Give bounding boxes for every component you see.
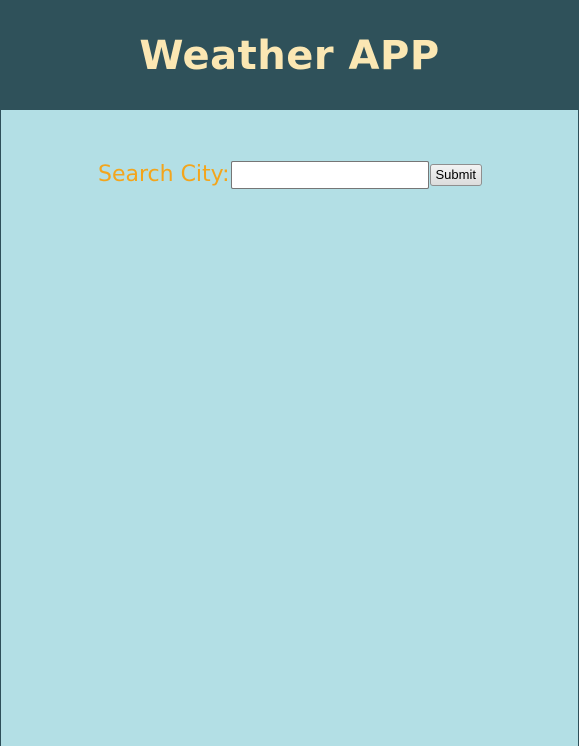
search-form: Search City: Submit bbox=[98, 161, 482, 189]
submit-button[interactable]: Submit bbox=[429, 164, 482, 186]
app-frame bbox=[0, 0, 579, 746]
app-header: Weather APP bbox=[0, 0, 579, 110]
search-city-label: Search City: bbox=[98, 162, 230, 187]
search-city-input[interactable] bbox=[230, 161, 429, 189]
app-title: Weather APP bbox=[139, 33, 440, 79]
